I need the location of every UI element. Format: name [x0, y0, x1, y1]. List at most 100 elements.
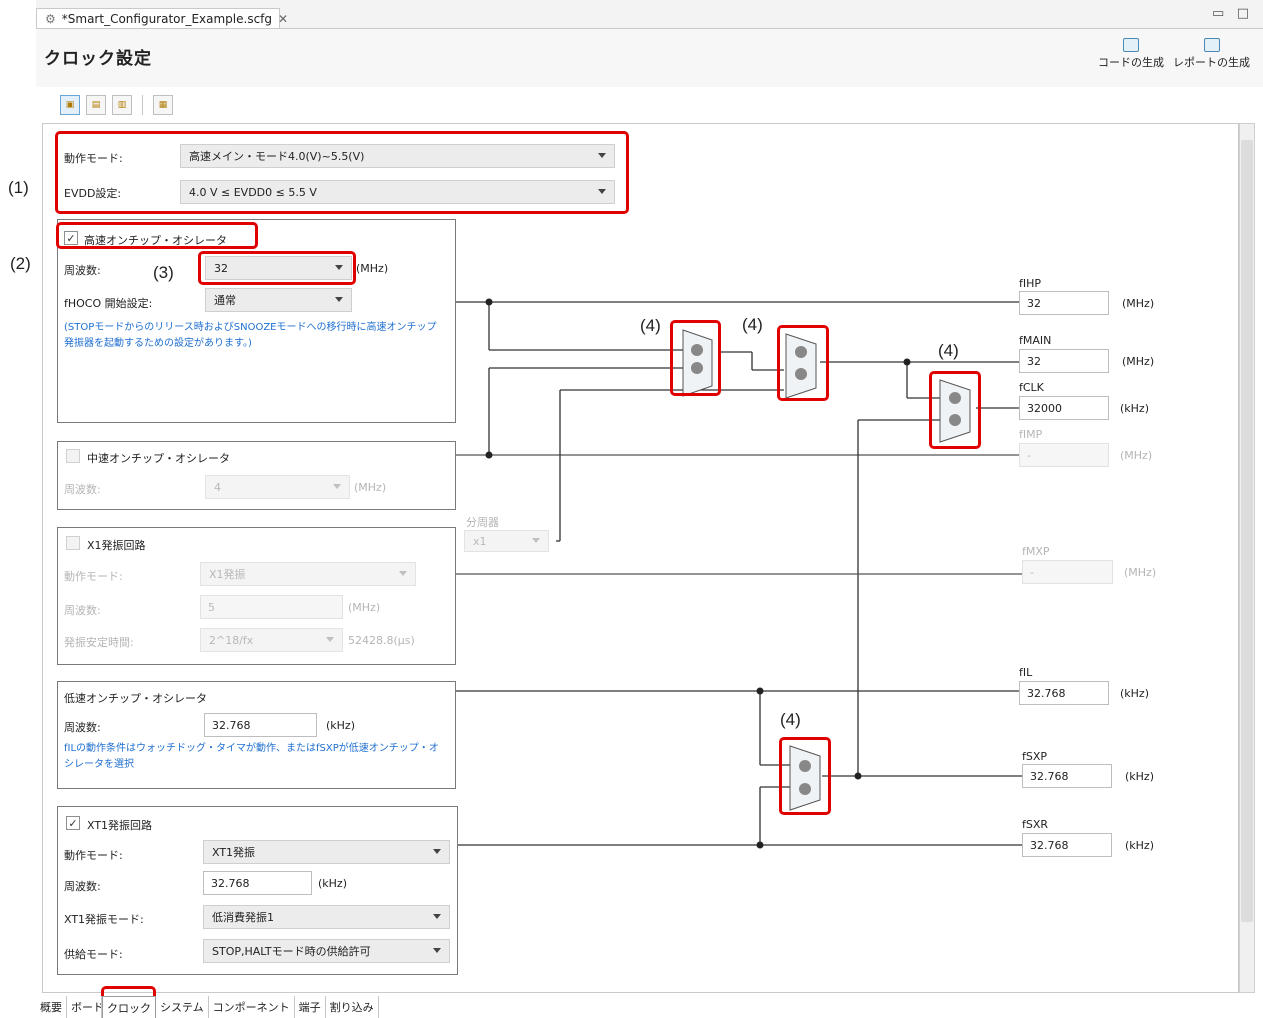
tab-pins[interactable]: 端子 — [295, 996, 326, 1018]
loco-freq-label: 周波数: — [64, 721, 101, 734]
fil-unit: (kHz) — [1120, 687, 1149, 700]
divider-value: x1 — [473, 534, 487, 548]
annotation-2: (2) — [10, 254, 31, 273]
chevron-down-icon — [335, 297, 343, 302]
chevron-down-icon — [433, 914, 441, 919]
highlight-operation-settings — [55, 131, 629, 214]
x1-freq-label: 周波数: — [64, 604, 101, 617]
fimp-unit: (MHz) — [1120, 449, 1153, 462]
x1-freq-input[interactable]: 5 — [200, 595, 343, 619]
xt1-mode-value: XT1発振 — [212, 846, 256, 859]
xt1-mode-select[interactable]: XT1発振 — [203, 840, 450, 864]
loco-freq-unit: (kHz) — [326, 719, 355, 732]
tab-board[interactable]: ボード — [67, 996, 102, 1018]
xt1-osc-mode-label: XT1発振モード: — [64, 913, 144, 926]
x1-stab-value: 2^18/fx — [209, 633, 254, 647]
fil-value: 32.768 — [1019, 681, 1109, 705]
moco-checkbox[interactable] — [66, 449, 80, 463]
fmxp-unit: (MHz) — [1124, 566, 1157, 579]
moco-freq-label: 周波数: — [64, 483, 101, 496]
fihp-unit: (MHz) — [1122, 297, 1155, 310]
fclk-value: 32000 — [1019, 396, 1109, 420]
highlight-hoco-checkbox — [56, 222, 258, 249]
annotation-1: (1) — [8, 178, 29, 197]
highlight-mux-2 — [777, 325, 829, 401]
xt1-freq-label: 周波数: — [64, 880, 101, 893]
moco-freq-unit: (MHz) — [354, 481, 387, 494]
xt1-supply-value: STOP,HALTモード時の供給許可 — [212, 945, 371, 958]
fmain-label: fMAIN — [1019, 334, 1052, 347]
hoco-freq-unit: (MHz) — [356, 262, 389, 275]
moco-freq-select[interactable]: 4 — [205, 475, 350, 499]
x1-stab-select[interactable]: 2^18/fx — [200, 628, 343, 652]
moco-title: 中速オンチップ・オシレータ — [87, 452, 230, 465]
fclk-unit: (kHz) — [1120, 402, 1149, 415]
tab-interrupts[interactable]: 割り込み — [326, 996, 379, 1018]
xt1-osc-mode-value: 低消費発振1 — [212, 911, 274, 924]
xt1-mode-label: 動作モード: — [64, 849, 123, 862]
x1-checkbox[interactable] — [66, 536, 80, 550]
tab-overview[interactable]: 概要 — [36, 996, 67, 1018]
chevron-down-icon — [326, 637, 334, 642]
chevron-down-icon — [433, 849, 441, 854]
fihp-label: fIHP — [1019, 277, 1042, 290]
x1-mode-label: 動作モード: — [64, 570, 123, 583]
hoco-start-select[interactable]: 通常 — [205, 288, 352, 312]
divider-select[interactable]: x1 — [464, 530, 549, 552]
chevron-down-icon — [333, 484, 341, 489]
fsxr-unit: (kHz) — [1125, 839, 1154, 852]
fsxr-label: fSXR — [1022, 818, 1049, 831]
tab-clock[interactable]: クロック — [102, 996, 156, 1018]
xt1-freq-input[interactable]: 32.768 — [203, 871, 312, 895]
chevron-down-icon — [433, 948, 441, 953]
x1-title: X1発振回路 — [87, 539, 146, 552]
xt1-osc-mode-select[interactable]: 低消費発振1 — [203, 905, 450, 929]
fmain-unit: (MHz) — [1122, 355, 1155, 368]
highlight-mux-3 — [929, 371, 981, 449]
loco-note: fILの動作条件はウォッチドッグ・タイマが動作、またはfSXPが低速オンチップ・… — [64, 743, 439, 770]
chevron-down-icon — [399, 571, 407, 576]
xt1-supply-label: 供給モード: — [64, 948, 123, 961]
x1-freq-unit: (MHz) — [348, 601, 381, 614]
moco-freq-value: 4 — [214, 480, 221, 494]
highlight-mux-4 — [779, 737, 831, 815]
x1-stab-label: 発振安定時間: — [64, 636, 134, 649]
annotation-4-mux-1: (4) — [640, 316, 661, 335]
fsxp-value: 32.768 — [1022, 764, 1112, 788]
fihp-value: 32 — [1019, 291, 1109, 315]
loco-freq-input[interactable]: 32.768 — [204, 713, 317, 737]
fmxp-label: fMXP — [1022, 545, 1050, 558]
x1-mode-select[interactable]: X1発振 — [200, 562, 416, 586]
fmain-value: 32 — [1019, 349, 1109, 373]
x1-mode-value: X1発振 — [209, 568, 246, 581]
fsxr-value: 32.768 — [1022, 833, 1112, 857]
fimp-label: fIMP — [1019, 428, 1043, 441]
divider-label: 分周器 — [466, 516, 499, 529]
loco-title: 低速オンチップ・オシレータ — [64, 692, 207, 705]
fil-label: fIL — [1019, 666, 1033, 679]
tab-system[interactable]: システム — [156, 996, 209, 1018]
fclk-label: fCLK — [1019, 381, 1044, 394]
bottom-tab-bar: 概要 ボード クロック システム コンポーネント 端子 割り込み — [36, 996, 379, 1018]
hoco-start-label: fHOCO 開始設定: — [64, 297, 153, 310]
x1-stab-time: 52428.8(μs) — [348, 634, 415, 647]
annotation-4-mux-4: (4) — [780, 710, 801, 729]
hoco-freq-label: 周波数: — [64, 264, 101, 277]
fimp-value: - — [1019, 443, 1109, 467]
fsxp-unit: (kHz) — [1125, 770, 1154, 783]
fmxp-value: - — [1022, 560, 1113, 584]
chevron-down-icon — [532, 538, 540, 543]
fsxp-label: fSXP — [1022, 750, 1048, 763]
highlight-mux-1 — [670, 320, 721, 396]
xt1-checkbox[interactable]: ✓ — [66, 816, 80, 830]
xt1-supply-select[interactable]: STOP,HALTモード時の供給許可 — [203, 939, 450, 963]
hoco-start-value: 通常 — [214, 294, 236, 307]
xt1-title: XT1発振回路 — [87, 819, 153, 832]
tab-components[interactable]: コンポーネント — [209, 996, 295, 1018]
highlight-hoco-frequency — [198, 251, 356, 285]
hoco-note: (STOPモードからのリリース時およびSNOOZEモードへの移行時に高速オンチッ… — [64, 322, 437, 349]
annotation-3: (3) — [153, 263, 174, 282]
annotation-4-mux-2: (4) — [742, 315, 763, 334]
xt1-freq-unit: (kHz) — [318, 877, 347, 890]
annotation-4-mux-3: (4) — [938, 341, 959, 360]
